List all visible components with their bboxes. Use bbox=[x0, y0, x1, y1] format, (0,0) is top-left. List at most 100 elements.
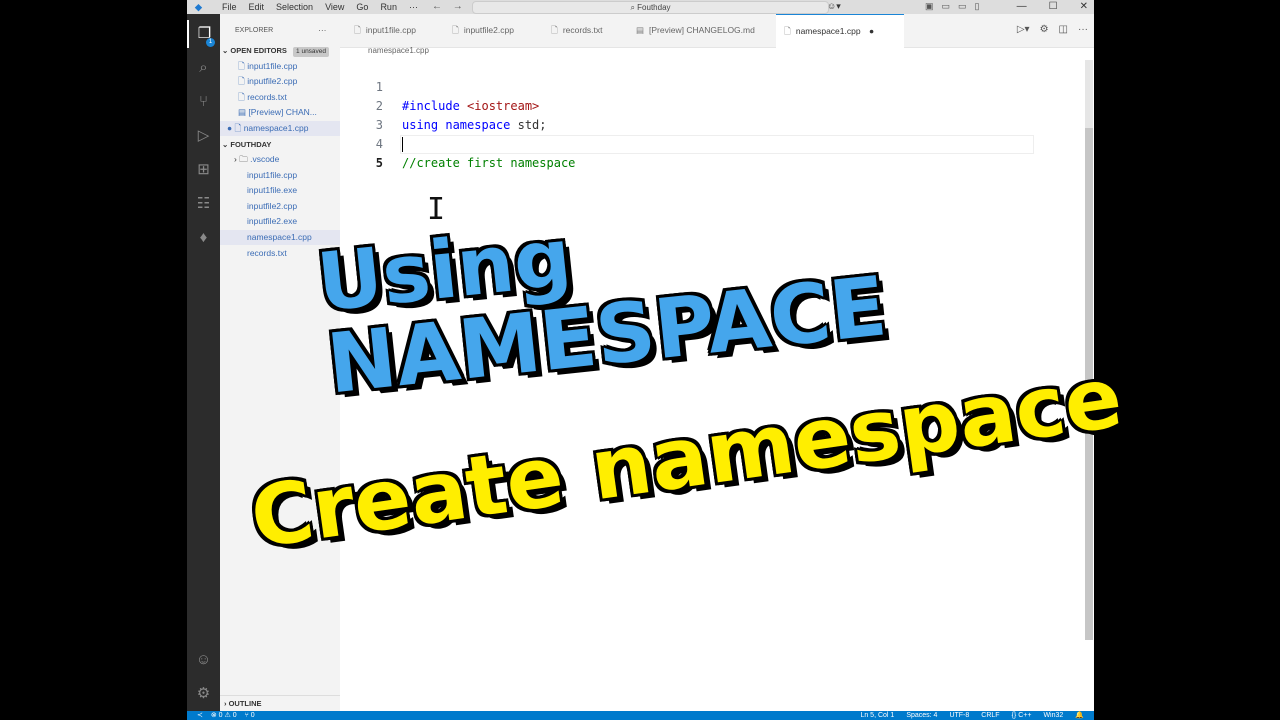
run-code-icon[interactable]: ▷▾ bbox=[1017, 24, 1030, 35]
source-control-icon[interactable]: ⑂ bbox=[187, 88, 220, 116]
ibeam-cursor-icon: I bbox=[427, 192, 446, 227]
notifications-bell-icon[interactable]: 🔔 bbox=[1075, 711, 1084, 720]
back-arrow-icon[interactable]: ← bbox=[432, 1, 442, 12]
encoding[interactable]: UTF-8 bbox=[949, 711, 969, 720]
forward-arrow-icon[interactable]: → bbox=[453, 1, 463, 12]
minimap-slider[interactable] bbox=[1085, 60, 1093, 128]
maximize-icon[interactable]: ☐ bbox=[1049, 0, 1058, 13]
code-line-2: 2 using namespace std; bbox=[340, 78, 1040, 132]
line-number: 5 bbox=[375, 156, 383, 170]
code-line-4: 4 //create first namespace bbox=[340, 116, 1040, 170]
tab-label: input1file.cpp bbox=[365, 25, 416, 35]
account-icon[interactable]: ☺ bbox=[187, 646, 220, 674]
language-mode[interactable]: {} C++ bbox=[1012, 711, 1032, 720]
unsaved-dot-icon[interactable]: ● bbox=[869, 26, 874, 36]
settings-gear-icon[interactable]: ⚙ bbox=[187, 680, 220, 708]
indentation[interactable]: Spaces: 4 bbox=[906, 711, 937, 720]
explorer-badge: 1 bbox=[206, 38, 215, 47]
problems-indicator[interactable]: ⊗ 0 ⚠ 0 bbox=[211, 711, 237, 720]
open-editor-item[interactable]: ▤ [Preview] CHAN... bbox=[220, 105, 358, 120]
file-icon: 🗋 bbox=[551, 25, 558, 35]
file-icon: 🗋 bbox=[354, 25, 361, 35]
layout-icon[interactable]: ▣ bbox=[925, 0, 934, 13]
open-editor-label: namespace1.cpp bbox=[243, 123, 309, 133]
chevron-down-icon: ⌄ bbox=[222, 140, 229, 149]
toggle-panel-icon[interactable]: ▭ bbox=[958, 0, 967, 13]
outline-label: OUTLINE bbox=[228, 699, 262, 708]
menu-more[interactable]: ··· bbox=[403, 1, 424, 13]
settings-gear-icon[interactable]: ⚙ bbox=[1040, 24, 1049, 35]
menu-file[interactable]: File bbox=[216, 1, 243, 13]
menu-bar: File Edit Selection View Go Run ··· bbox=[216, 1, 424, 13]
split-editor-icon[interactable]: ◫ bbox=[1059, 24, 1068, 35]
database-icon[interactable]: ☷ bbox=[187, 190, 220, 218]
open-editor-item[interactable]: 🗋 inputfile2.cpp bbox=[220, 74, 358, 89]
tab-input1file[interactable]: 🗋 input1file.cpp bbox=[348, 14, 422, 47]
platform[interactable]: Win32 bbox=[1043, 711, 1063, 720]
search-icon: ⌕ bbox=[630, 3, 635, 12]
status-bar: ≺ ⊗ 0 ⚠ 0 ⑂ 0 Ln 5, Col 1 Spaces: 4 UTF-… bbox=[187, 711, 1094, 720]
file-icon: 🗋 bbox=[784, 26, 791, 36]
chevron-down-icon: ⌄ bbox=[222, 46, 229, 55]
cursor-position[interactable]: Ln 5, Col 1 bbox=[860, 711, 894, 720]
file-icon: 🗋 bbox=[452, 25, 459, 35]
tab-label: [Preview] CHANGELOG.md bbox=[649, 25, 755, 35]
unsaved-dot-icon[interactable]: ● bbox=[227, 123, 235, 133]
open-editor-item-active[interactable]: ● 🗋 namespace1.cpp bbox=[220, 121, 347, 136]
minimize-icon[interactable]: — bbox=[1017, 0, 1027, 13]
chevron-right-icon: › bbox=[224, 699, 227, 708]
code-line-5: 5 bbox=[340, 135, 1040, 170]
folder-label: FOUTHDAY bbox=[230, 140, 272, 149]
open-editor-label: records.txt bbox=[247, 92, 287, 102]
comment: //create first namespace bbox=[402, 156, 576, 170]
tab-label: inputfile2.cpp bbox=[463, 25, 514, 35]
file-icon: 🗋 bbox=[238, 76, 248, 86]
end-of-line[interactable]: CRLF bbox=[981, 711, 999, 720]
tab-records[interactable]: 🗋 records.txt bbox=[545, 14, 609, 47]
extensions-icon[interactable]: ⊞ bbox=[187, 156, 220, 184]
explorer-icon[interactable]: ❐ bbox=[187, 20, 220, 48]
title-bar: ◆ File Edit Selection View Go Run ··· ← … bbox=[187, 0, 1094, 14]
folder-icon: 🗀 bbox=[239, 154, 251, 164]
command-center-label: Fouthday bbox=[637, 3, 671, 12]
breadcrumb[interactable]: namespace1.cpp bbox=[368, 46, 429, 55]
preview-icon: ▤ bbox=[636, 25, 645, 35]
open-editor-label: input1file.cpp bbox=[247, 61, 298, 71]
open-editors-header[interactable]: ⌄ OPEN EDITORS 1 unsaved bbox=[222, 43, 342, 58]
code-line-1: 1 #include <iostream> bbox=[340, 59, 1040, 113]
tab-label: records.txt bbox=[562, 25, 603, 35]
tab-changelog-preview[interactable]: ▤ [Preview] CHANGELOG.md bbox=[630, 14, 761, 47]
tree-folder[interactable]: › 🗀 .vscode bbox=[220, 152, 354, 167]
tab-namespace1[interactable]: 🗋 namespace1.cpp ● bbox=[776, 14, 904, 48]
file-icon: 🗋 bbox=[238, 61, 248, 71]
menu-selection[interactable]: Selection bbox=[270, 1, 319, 13]
search-view-icon[interactable]: ⌕ bbox=[187, 54, 220, 82]
toggle-sidebar-icon[interactable]: ▭ bbox=[942, 0, 951, 13]
close-icon[interactable]: ✕ bbox=[1080, 0, 1088, 13]
text-caret bbox=[402, 137, 403, 152]
folder-header[interactable]: ⌄ FOUTHDAY bbox=[222, 137, 342, 152]
activity-bar: ❐ 1 ⌕ ⑂ ▷ ⊞ ☷ ♦ ☺ ⚙ bbox=[187, 14, 220, 711]
ports-indicator[interactable]: ⑂ 0 bbox=[245, 711, 255, 720]
more-actions-icon[interactable]: ··· bbox=[1078, 24, 1088, 35]
open-editor-item[interactable]: 🗋 input1file.cpp bbox=[220, 59, 358, 74]
menu-edit[interactable]: Edit bbox=[243, 1, 271, 13]
run-debug-icon[interactable]: ▷ bbox=[187, 122, 220, 150]
open-editor-item[interactable]: 🗋 records.txt bbox=[220, 90, 358, 105]
outline-section[interactable]: › OUTLINE bbox=[220, 695, 340, 711]
editor-tabs: 🗋 input1file.cpp 🗋 inputfile2.cpp 🗋 records… bbox=[340, 14, 1094, 48]
menu-go[interactable]: Go bbox=[350, 1, 374, 13]
mongodb-leaf-icon[interactable]: ♦ bbox=[187, 224, 220, 252]
open-editor-label: inputfile2.cpp bbox=[247, 76, 298, 86]
tab-inputfile2[interactable]: 🗋 inputfile2.cpp bbox=[446, 14, 520, 47]
copilot-icon[interactable]: ☺▾ bbox=[827, 0, 841, 13]
more-actions-icon[interactable]: ··· bbox=[318, 23, 327, 38]
menu-view[interactable]: View bbox=[319, 1, 350, 13]
preview-icon: ▤ bbox=[238, 107, 249, 117]
menu-run[interactable]: Run bbox=[374, 1, 403, 13]
remote-icon[interactable]: ≺ bbox=[197, 711, 203, 720]
tab-label: namespace1.cpp bbox=[795, 26, 861, 36]
unsaved-badge: 1 unsaved bbox=[293, 47, 330, 57]
command-center[interactable]: ⌕ Fouthday bbox=[472, 1, 829, 14]
toggle-secondary-sidebar-icon[interactable]: ▯ bbox=[975, 0, 980, 13]
